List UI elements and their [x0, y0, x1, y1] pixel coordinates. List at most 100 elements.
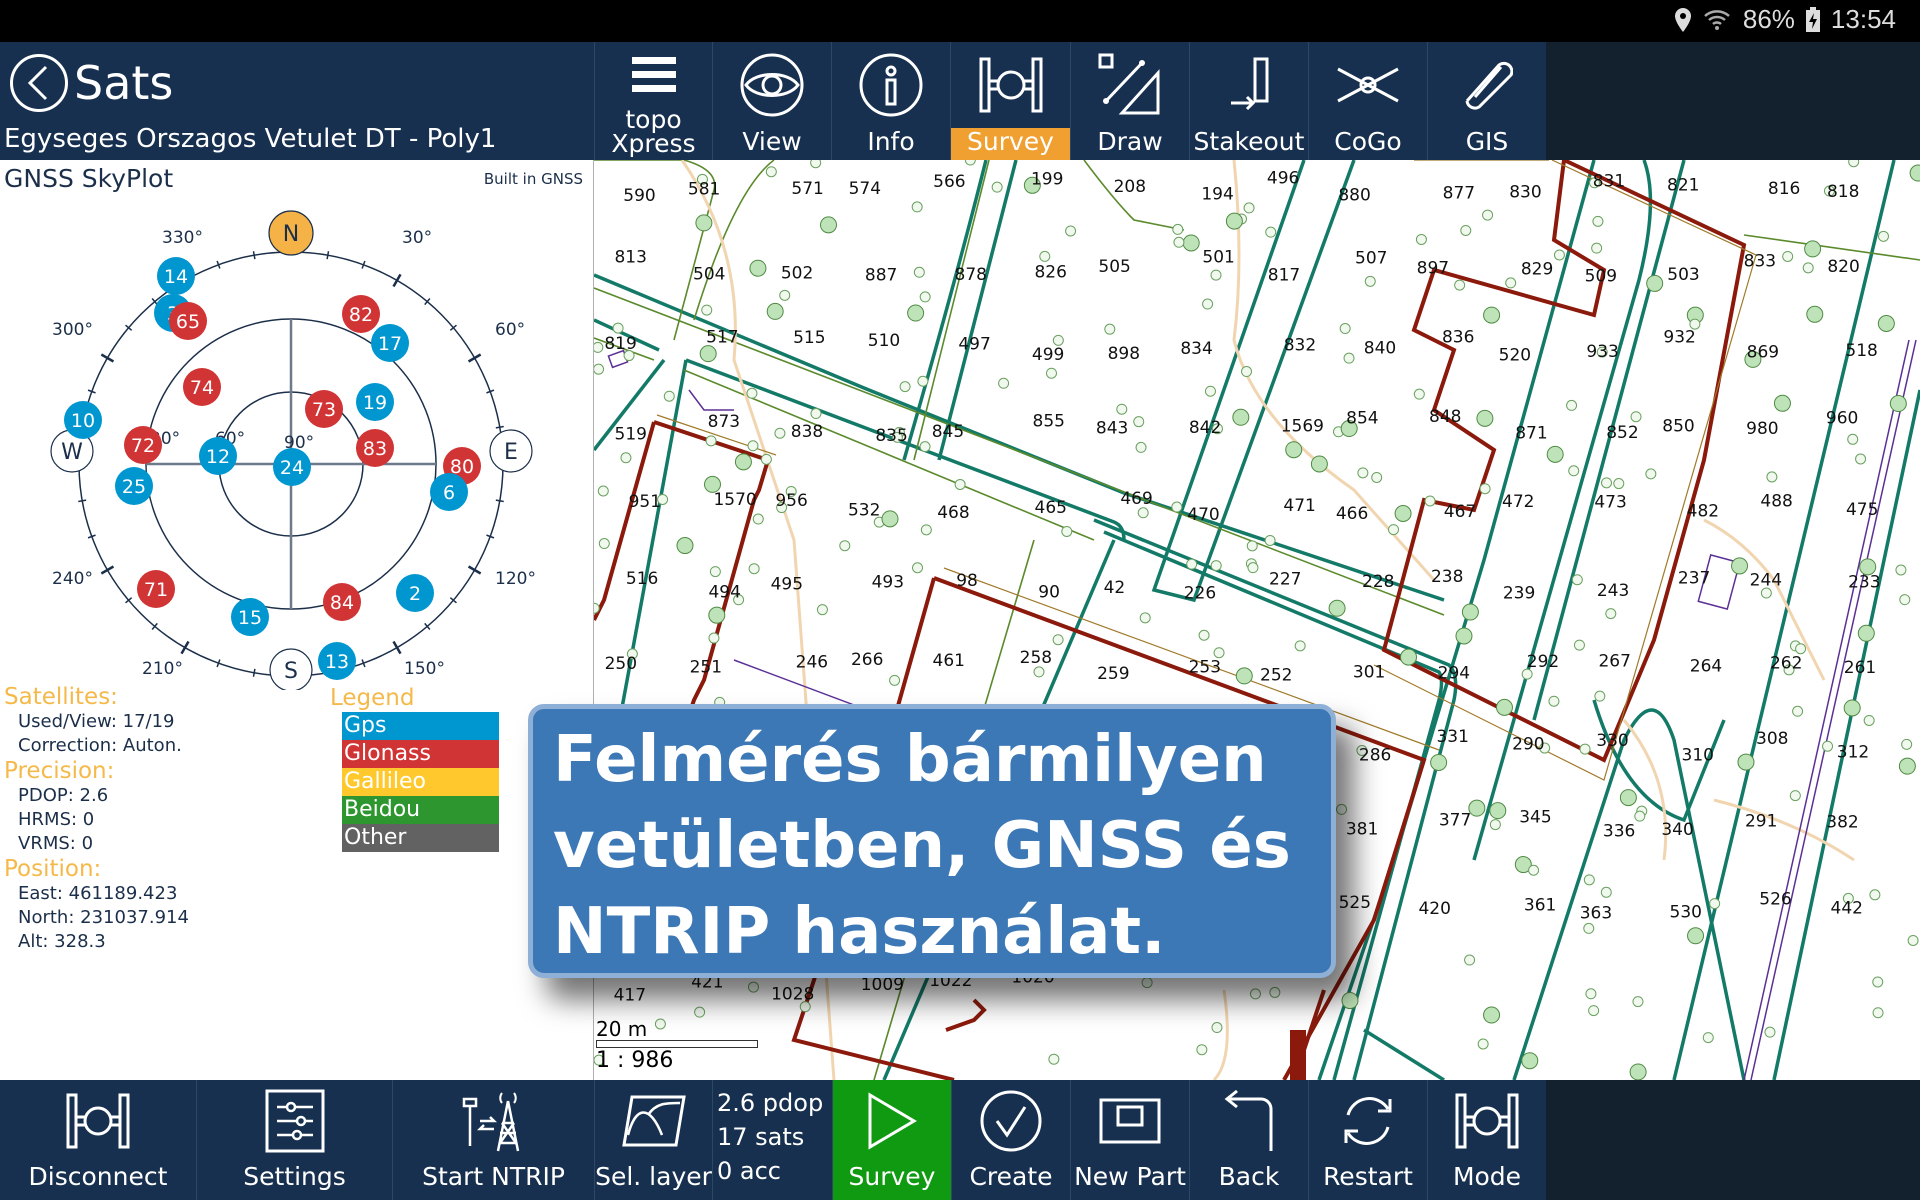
tree-symbol [1505, 277, 1517, 289]
tree-symbol [964, 160, 976, 166]
tree-symbol [1889, 395, 1907, 413]
tree-symbol [1521, 1052, 1539, 1070]
satellite-73: 73 [305, 390, 343, 428]
menu-icon [631, 42, 676, 108]
tree-symbol [920, 524, 932, 536]
correction: Correction: Auton. [18, 735, 182, 756]
new-part-button[interactable]: New Part [1070, 1080, 1189, 1200]
tree-symbol [1573, 639, 1585, 651]
satellite-13: 13 [318, 642, 356, 680]
banner-line: NTRIP használat. [553, 895, 1166, 969]
tree-symbol [1247, 562, 1259, 574]
point-label: 494 [708, 583, 740, 603]
point-label: 532 [848, 501, 880, 521]
precision-heading: Precision: [4, 758, 115, 784]
point-label: 840 [1364, 339, 1396, 359]
toolbar-stakeout[interactable]: Stakeout [1189, 42, 1308, 160]
point-label: 820 [1827, 257, 1859, 277]
cogo-icon [1336, 42, 1400, 128]
tree-symbol [1294, 640, 1306, 652]
point-label: 502 [781, 263, 813, 283]
toolbar-topo-xpress[interactable]: topo Xpress [594, 42, 712, 160]
legend-galileo: Gallileo [342, 768, 499, 796]
toolbar-draw[interactable]: Draw [1070, 42, 1189, 160]
tree-symbol [1568, 465, 1580, 477]
tree-symbol [889, 674, 901, 686]
point-label: 517 [706, 327, 738, 347]
restart-button[interactable]: Restart [1308, 1080, 1427, 1200]
settings-button[interactable]: Settings [196, 1080, 392, 1200]
point-label: 243 [1597, 581, 1629, 601]
back-button[interactable]: Sats [10, 54, 173, 112]
tree-symbol [1804, 240, 1822, 258]
tree-symbol [1495, 698, 1513, 716]
point-label: 90 [1038, 582, 1060, 602]
tree-symbol [699, 345, 717, 363]
toolbar-label: Survey [951, 128, 1070, 160]
tree-symbol [1857, 624, 1875, 642]
start-ntrip-button[interactable]: Start NTRIP [392, 1080, 594, 1200]
tree-symbol [1211, 1022, 1223, 1034]
azimuth-label-240: 240° [52, 569, 93, 589]
button-label: Mode [1452, 1162, 1522, 1191]
tree-symbol [1213, 647, 1225, 659]
point-label: 465 [1035, 498, 1067, 518]
point-label: 345 [1519, 807, 1551, 827]
satellite-prn: 12 [206, 446, 230, 468]
point-label: 264 [1690, 656, 1722, 676]
mode-button[interactable]: Mode [1427, 1080, 1546, 1200]
toolbar-survey[interactable]: Survey [950, 42, 1070, 160]
point-label: 499 [1032, 345, 1064, 365]
point-label: 818 [1827, 182, 1859, 202]
back-toolbar-button[interactable]: Back [1189, 1080, 1308, 1200]
tree-symbol [734, 453, 752, 471]
button-label: Survey [848, 1162, 936, 1191]
satellite-2: 2 [396, 574, 434, 612]
paperclip-icon [1461, 42, 1513, 128]
point-label: 470 [1187, 505, 1219, 525]
point-label: 493 [872, 572, 904, 592]
azimuth-tick [392, 273, 402, 288]
create-button[interactable]: Create [951, 1080, 1070, 1200]
point-label: 468 [937, 503, 969, 523]
satellite-prn: 15 [238, 607, 262, 629]
tree-symbol [663, 390, 675, 402]
chevron-left-icon [10, 54, 68, 112]
point-label: 208 [1114, 177, 1146, 197]
point-label: 1570 [713, 490, 756, 510]
point-label: 294 [1438, 664, 1470, 684]
tree-symbol [1773, 394, 1791, 412]
hrms: HRMS: 0 [18, 809, 95, 830]
point-label: 1569 [1281, 416, 1324, 436]
satellite-25: 25 [115, 467, 153, 505]
point-label: 340 [1661, 820, 1693, 840]
tree-symbol [1243, 202, 1255, 214]
gnss-receiver-icon [979, 42, 1043, 128]
azimuth-tick [252, 668, 256, 677]
tree-symbol [1328, 599, 1346, 617]
tree-symbol [1619, 789, 1637, 807]
skyplot-panel: GNSS SkyPlot Built in GNSS 330° 30° 300°… [0, 160, 594, 1080]
banner-line: vetületben, GNSS és [553, 809, 1291, 883]
point-label: 253 [1189, 657, 1221, 677]
tree-symbol [1848, 160, 1860, 168]
point-label: 233 [1848, 573, 1880, 593]
toolbar-gis[interactable]: GIS [1427, 42, 1546, 160]
toolbar-label: View [742, 127, 802, 156]
toolbar-view[interactable]: View [712, 42, 831, 160]
tree-symbol [819, 216, 837, 234]
azimuth-tick [392, 640, 402, 655]
survey-button[interactable]: Survey [832, 1080, 951, 1200]
stats-acc: 0 acc [717, 1157, 781, 1185]
tree-symbol [1629, 1063, 1647, 1080]
tree-symbol [1579, 743, 1591, 755]
select-layer-button[interactable]: Sel. layer [594, 1080, 712, 1200]
new-part-icon [1098, 1080, 1162, 1162]
battery-charging-icon [1805, 6, 1820, 32]
disconnect-button[interactable]: Disconnect [0, 1080, 196, 1200]
toolbar-cogo[interactable]: CoGo [1308, 42, 1427, 160]
tree-symbol [1591, 242, 1603, 254]
toolbar-info[interactable]: Info [831, 42, 950, 160]
tree-symbol [917, 375, 929, 387]
point-label: 238 [1431, 567, 1463, 587]
